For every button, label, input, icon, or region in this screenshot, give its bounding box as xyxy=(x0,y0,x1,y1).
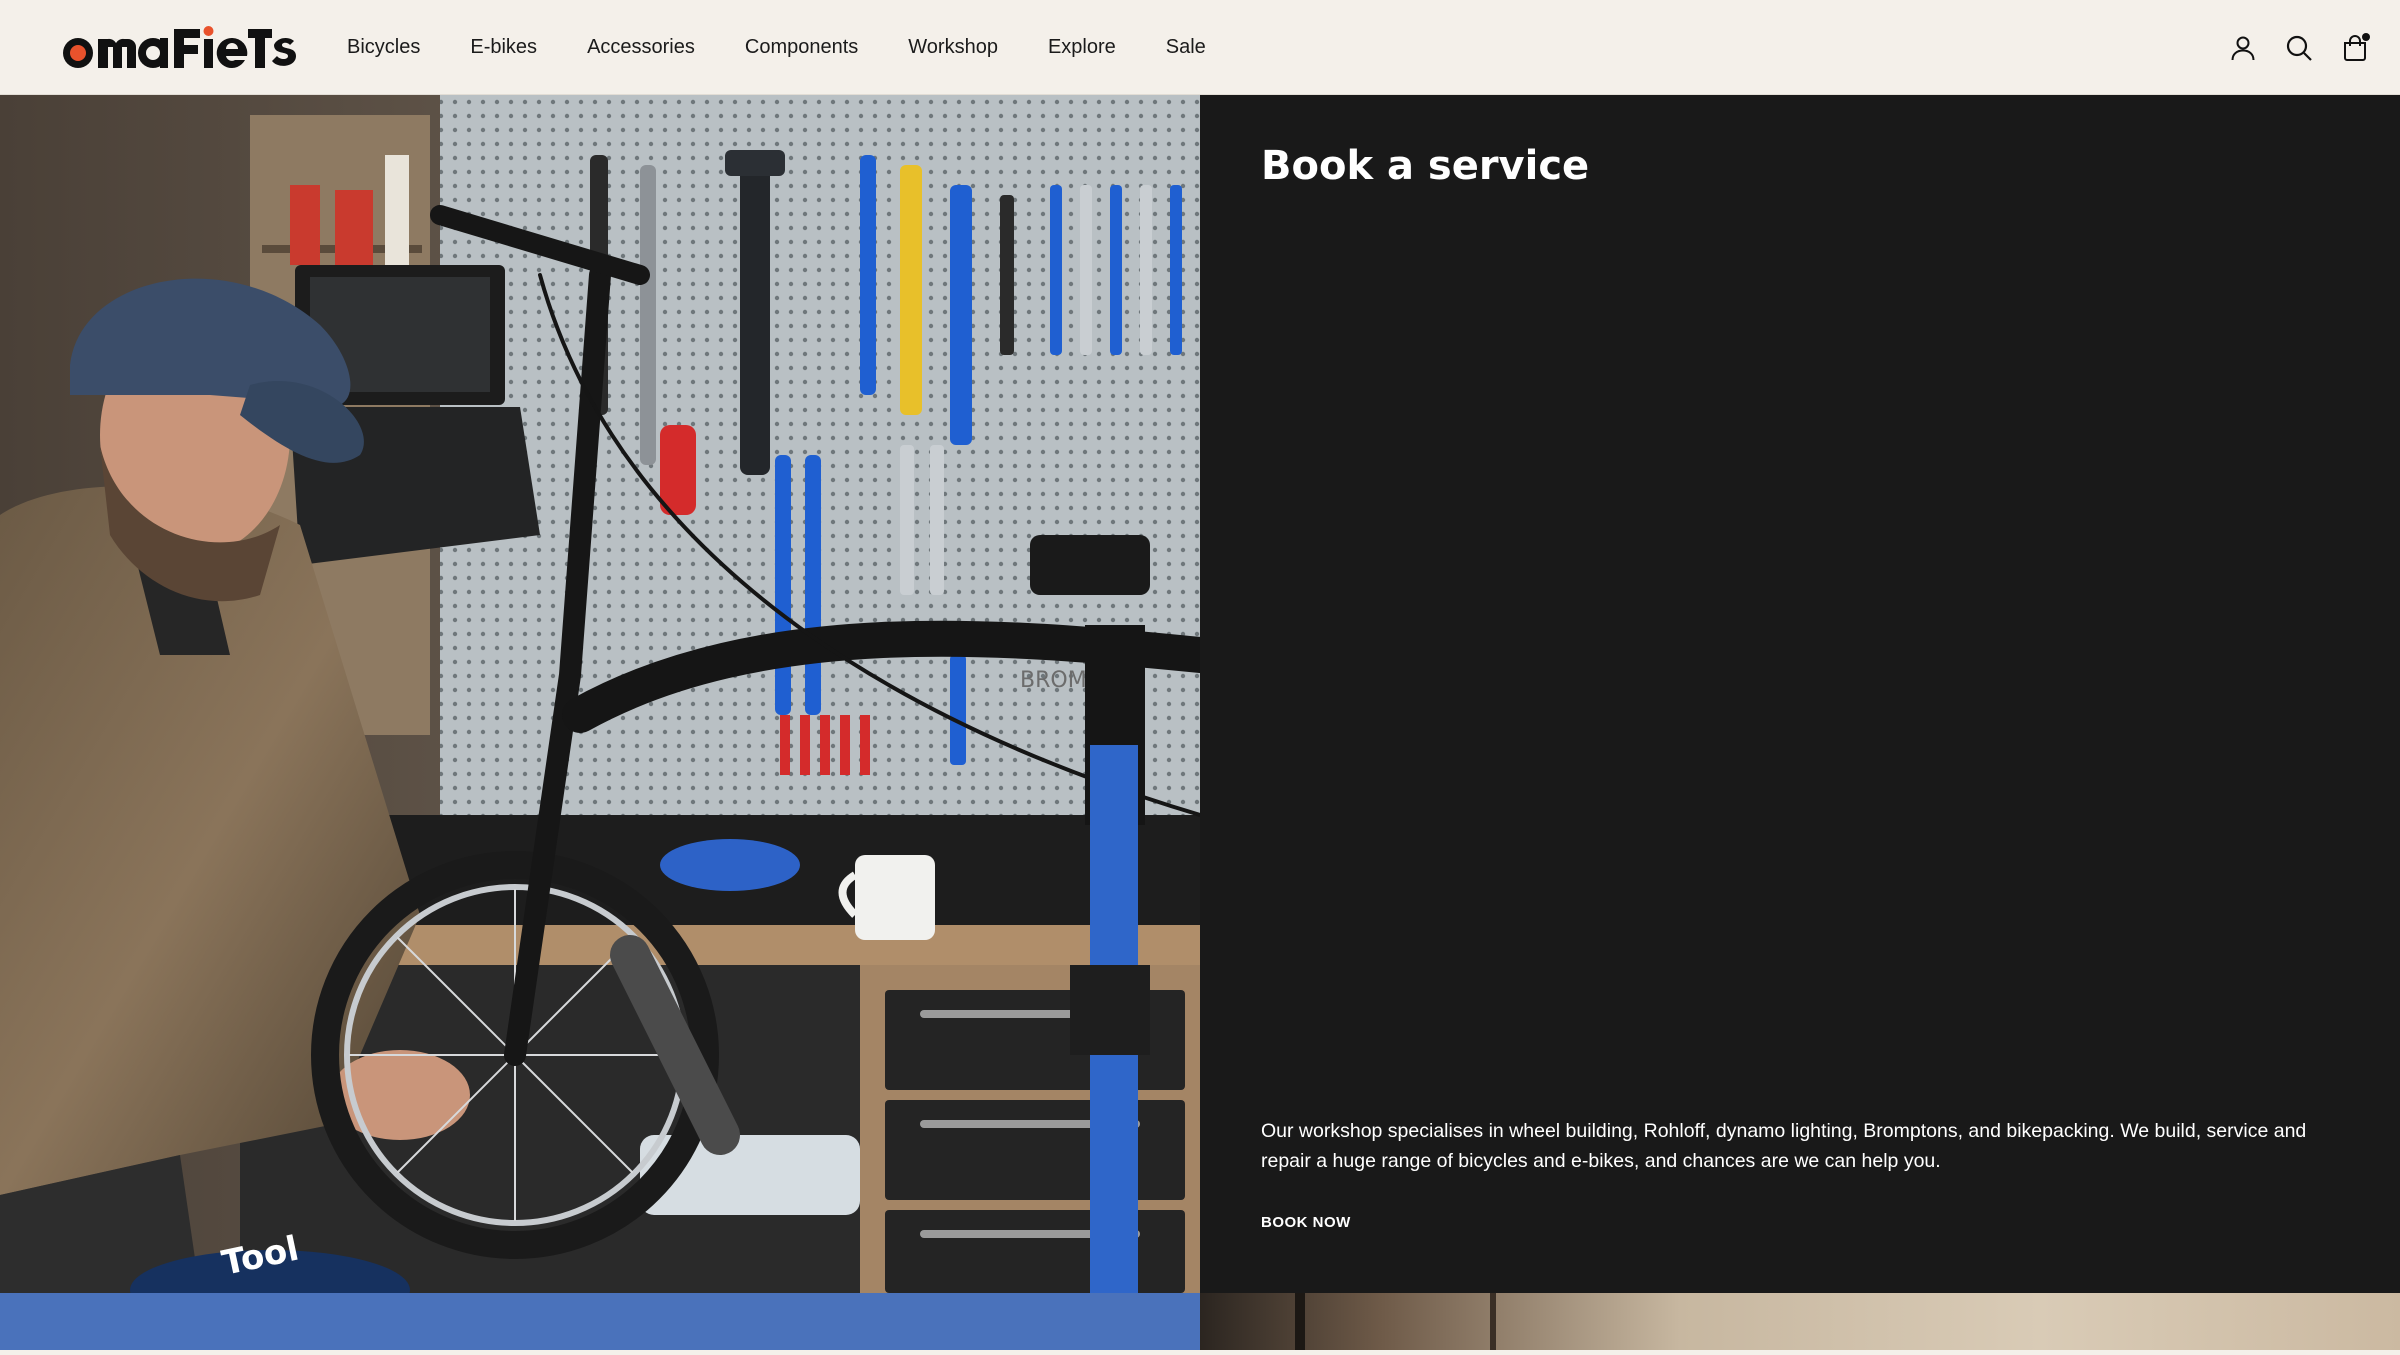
site-header: Bicycles E-bikes Accessories Components … xyxy=(0,0,2400,95)
nav-item-sale[interactable]: Sale xyxy=(1166,36,1206,59)
logo[interactable] xyxy=(58,18,296,78)
next-section-blue-banner xyxy=(0,1293,1200,1350)
nav-item-components[interactable]: Components xyxy=(745,36,858,59)
next-section-photo xyxy=(1200,1293,2400,1350)
panel-description: Our workshop specialises in wheel buildi… xyxy=(1261,1120,2307,1172)
nav-item-explore[interactable]: Explore xyxy=(1048,36,1116,59)
nav-item-accessories[interactable]: Accessories xyxy=(587,36,695,59)
workshop-photo: Tool BROM xyxy=(0,95,1200,1293)
cart-indicator-dot xyxy=(2362,32,2370,41)
nav-item-bicycles[interactable]: Bicycles xyxy=(347,36,420,59)
header-actions xyxy=(2228,0,2370,95)
book-now-link[interactable]: BOOK NOW xyxy=(1261,1214,1351,1231)
next-section-photo-shapes xyxy=(1295,1293,1496,1350)
frame-brand: BROM xyxy=(1020,668,1087,693)
logo-wordmark xyxy=(63,26,296,68)
account-icon[interactable] xyxy=(2228,33,2258,63)
cart-icon[interactable] xyxy=(2340,32,2370,63)
workshop-illustration: Tool BROM xyxy=(0,95,1200,1293)
search-icon[interactable] xyxy=(2284,33,2314,63)
nav-item-workshop[interactable]: Workshop xyxy=(908,36,998,59)
service-panel: Book a service Our workshop specialises … xyxy=(1200,95,2400,1293)
main-nav: Bicycles E-bikes Accessories Components … xyxy=(347,0,1206,95)
nav-item-e-bikes[interactable]: E-bikes xyxy=(470,36,537,59)
panel-title: Book a service xyxy=(1261,143,1590,189)
